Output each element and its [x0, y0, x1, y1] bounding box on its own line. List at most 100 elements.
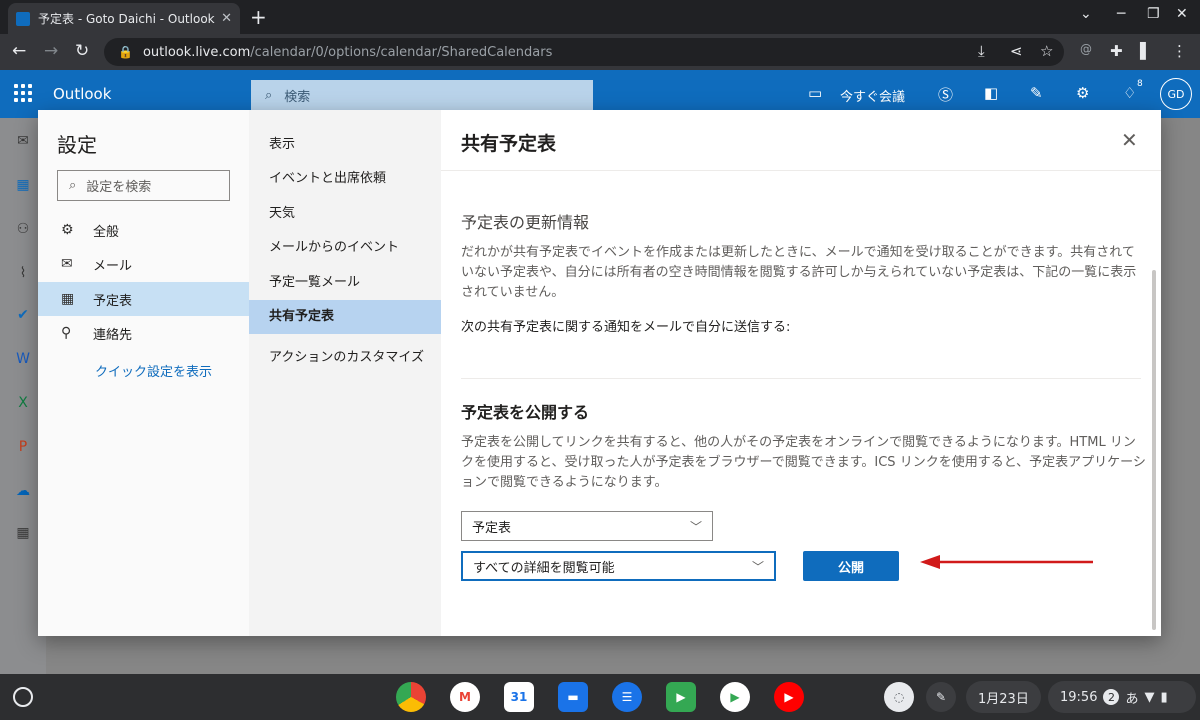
browser-tab-strip: 予定表 - Goto Daichi - Outlook ✕ + ⌄ ─ ❐ ✕: [0, 0, 1200, 34]
permission-select[interactable]: すべての詳細を閲覧可能 ﹀: [461, 551, 776, 581]
close-icon[interactable]: ✕: [1121, 128, 1138, 152]
category-label: 全般: [93, 224, 120, 240]
extensions-puzzle-icon[interactable]: ✚: [1110, 42, 1123, 60]
powerpoint-rail-icon[interactable]: P: [12, 436, 34, 458]
subnav-agenda-mail[interactable]: 予定一覧メール: [249, 266, 441, 300]
attachment-rail-icon[interactable]: ⌇: [12, 262, 34, 284]
url-text: outlook.live.com/calendar/0/options/cale…: [143, 45, 552, 60]
chevron-down-icon: ﹀: [689, 519, 702, 534]
gmail-app-icon[interactable]: M: [450, 682, 480, 712]
search-icon: ⌕: [69, 178, 77, 193]
new-tab-button[interactable]: +: [250, 5, 267, 29]
video-camera-icon[interactable]: ▭: [808, 84, 822, 102]
files-app-icon[interactable]: ▬: [558, 682, 588, 712]
launcher-icon[interactable]: [13, 687, 33, 707]
browser-toolbar: ← → ↻ 🔒 outlook.live.com/calendar/0/opti…: [0, 34, 1200, 70]
bookmark-star-icon[interactable]: ☆: [1040, 42, 1053, 60]
reload-icon[interactable]: ↻: [75, 41, 89, 61]
app-launcher-icon[interactable]: [14, 84, 32, 102]
gear-icon: ⚙: [61, 222, 74, 238]
google-calendar-app-icon[interactable]: 31: [504, 682, 534, 712]
calendar-rail-icon[interactable]: ▦: [12, 174, 34, 196]
messages-app-icon[interactable]: ☰: [612, 682, 642, 712]
share-icon[interactable]: ⋖: [1010, 42, 1023, 60]
excel-rail-icon[interactable]: X: [12, 392, 34, 414]
ime-indicator: あ: [1125, 691, 1139, 707]
compose-note-icon[interactable]: ✎: [1030, 84, 1043, 102]
browser-tab[interactable]: 予定表 - Goto Daichi - Outlook ✕: [8, 3, 240, 34]
panel-scrollbar[interactable]: [1152, 270, 1156, 630]
send-notifications-label: 次の共有予定表に関する通知をメールで自分に送信する:: [461, 320, 791, 335]
onedrive-rail-icon[interactable]: ☁: [12, 480, 34, 502]
play-store-app-icon[interactable]: ▶: [720, 682, 750, 712]
category-people[interactable]: ⚲ 連絡先: [38, 316, 249, 350]
window-close-icon[interactable]: ✕: [1176, 6, 1188, 22]
outlook-favicon-icon: [16, 11, 30, 26]
calendar-select[interactable]: 予定表 ﹀: [461, 511, 713, 541]
battery-icon: ▮: [1160, 689, 1168, 705]
mail-icon: ✉: [61, 256, 73, 272]
category-mail[interactable]: ✉ メール: [38, 247, 249, 281]
status-tray[interactable]: 19:56 2 あ ▼ ▮: [1048, 681, 1196, 713]
panel-title: 共有予定表: [461, 133, 557, 155]
permission-select-value: すべての詳細を閲覧可能: [473, 560, 615, 576]
browser-menu-icon[interactable]: ⋮: [1172, 42, 1187, 60]
meet-now-button[interactable]: 今すぐ会議: [840, 86, 905, 105]
lock-icon: 🔒: [118, 45, 133, 59]
back-arrow-icon[interactable]: ←: [12, 41, 26, 61]
word-rail-icon[interactable]: W: [12, 348, 34, 370]
subnav-weather[interactable]: 天気: [249, 197, 441, 231]
settings-search-placeholder: 設定を検索: [86, 180, 152, 195]
minimize-icon[interactable]: ─: [1117, 6, 1125, 22]
people-icon: ⚲: [61, 325, 72, 341]
youtube-app-icon[interactable]: ▶: [774, 682, 804, 712]
header-divider: [441, 170, 1161, 171]
forward-arrow-icon[interactable]: →: [44, 41, 58, 61]
os-shelf: M 31 ▬ ☰ ▶ ▶ ▶ ◌ ✎ 1月23日 19:56 2 あ ▼ ▮: [0, 674, 1200, 720]
search-placeholder: 検索: [284, 89, 311, 105]
tab-title: 予定表 - Goto Daichi - Outlook: [38, 12, 215, 26]
quick-settings-link[interactable]: クイック設定を表示: [95, 361, 212, 380]
more-apps-rail-icon[interactable]: ▦: [12, 522, 34, 544]
tips-lightbulb-icon[interactable]: ♢: [1123, 84, 1136, 102]
avatar[interactable]: GD: [1160, 78, 1192, 110]
calendar-icon: ▦: [61, 291, 75, 307]
subnav-events-from-email[interactable]: メールからのイベント: [249, 231, 441, 265]
settings-categories: 設定 ⌕ 設定を検索 ⚙ 全般 ✉ メール ▦ 予定表 ⚲ 連絡先 クイック設定…: [38, 110, 249, 636]
wifi-icon: ▼: [1144, 689, 1155, 705]
outlook-brand[interactable]: Outlook: [53, 85, 111, 103]
address-bar[interactable]: 🔒 outlook.live.com/calendar/0/options/ca…: [104, 38, 1064, 66]
annotation-arrow-icon: [920, 555, 1093, 569]
tab-search-chevron-icon[interactable]: ⌄: [1080, 6, 1092, 22]
mail-rail-icon[interactable]: ✉: [12, 130, 34, 152]
side-panel-icon[interactable]: ▌: [1140, 42, 1152, 60]
tab-close-icon[interactable]: ✕: [221, 11, 232, 26]
subnav-customize-actions[interactable]: アクションのカスタマイズ: [249, 338, 441, 378]
calendar-subnav: 表示 イベントと出席依頼 天気 メールからのイベント 予定一覧メール 共有予定表…: [249, 110, 441, 636]
subnav-view[interactable]: 表示: [249, 128, 441, 162]
office-icon[interactable]: ◧: [984, 84, 998, 102]
skype-icon[interactable]: Ⓢ: [938, 84, 953, 105]
install-app-icon[interactable]: ⤓: [978, 42, 985, 60]
calendar-select-value: 予定表: [472, 520, 512, 536]
screen-capture-icon[interactable]: ◌: [884, 682, 914, 712]
subnav-events-invitations[interactable]: イベントと出席依頼: [249, 162, 441, 196]
category-label: 予定表: [93, 293, 133, 309]
search-icon: ⌕: [265, 87, 273, 103]
restore-icon[interactable]: ❐: [1147, 6, 1160, 22]
stylus-pen-icon[interactable]: ✎: [926, 682, 956, 712]
category-label: メール: [93, 258, 133, 274]
category-general[interactable]: ⚙ 全般: [38, 213, 249, 247]
publish-button[interactable]: 公開: [803, 551, 899, 581]
settings-gear-icon[interactable]: ⚙: [1076, 84, 1089, 102]
settings-search-input[interactable]: ⌕ 設定を検索: [57, 170, 230, 201]
meet-app-icon[interactable]: ▶: [666, 682, 696, 712]
subnav-shared-calendars[interactable]: 共有予定表: [249, 300, 441, 334]
chrome-app-icon[interactable]: [396, 682, 426, 712]
date-tray[interactable]: 1月23日: [966, 681, 1041, 713]
mail-search-input[interactable]: ⌕ 検索: [251, 80, 593, 110]
todo-rail-icon[interactable]: ✔: [12, 304, 34, 326]
extension-at-icon[interactable]: @: [1080, 42, 1092, 56]
people-rail-icon[interactable]: ⚇: [12, 218, 34, 240]
category-calendar[interactable]: ▦ 予定表: [38, 282, 249, 316]
